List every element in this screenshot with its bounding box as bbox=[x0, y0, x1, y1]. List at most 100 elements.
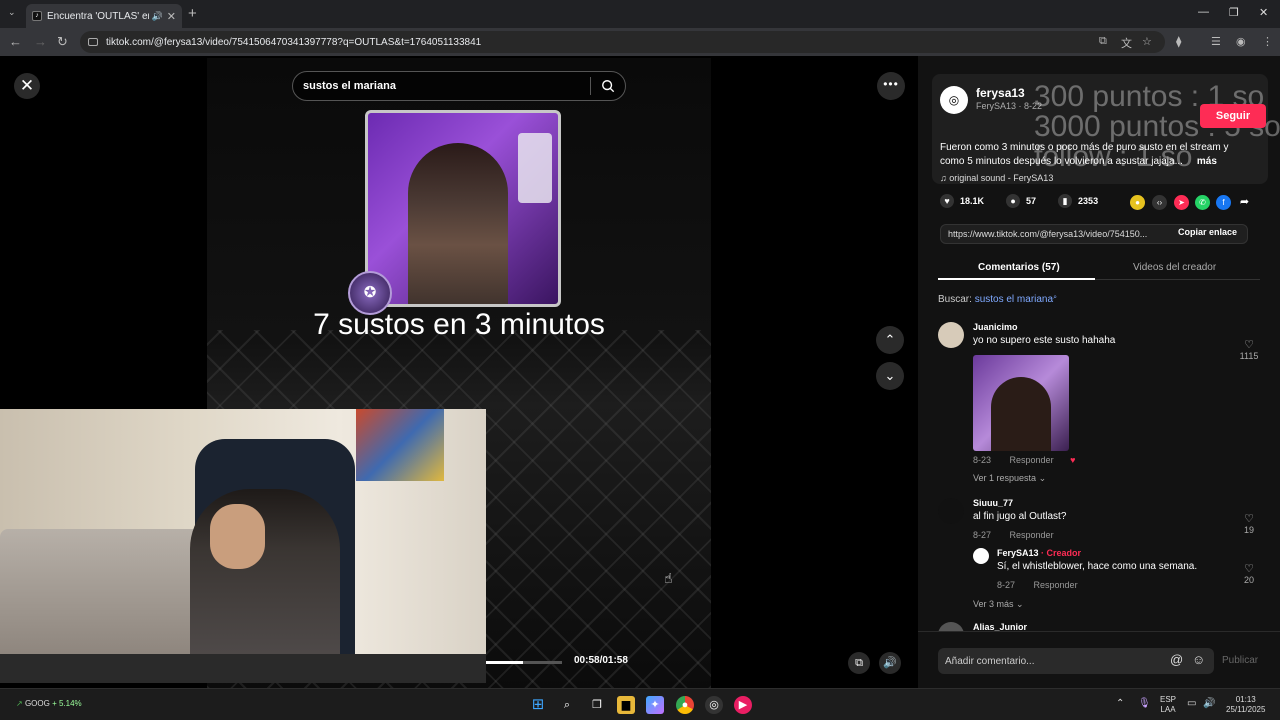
chrome-icon[interactable]: ● bbox=[676, 696, 694, 714]
likes-count: 18.1K bbox=[960, 196, 985, 206]
comment-username[interactable]: FerySA13 · Creador bbox=[997, 548, 1081, 558]
search-suggestion[interactable]: Buscar: sustos el mariana⌕ bbox=[938, 294, 1057, 305]
description-text: Fueron como 3 minutos o poco más de puro… bbox=[940, 142, 1229, 167]
more-link[interactable]: más bbox=[1197, 156, 1217, 167]
new-tab-button[interactable]: + bbox=[188, 5, 197, 22]
microphone-icon[interactable]: 🎙 bbox=[1138, 699, 1151, 709]
start-windows-icon[interactable]: ⊞ bbox=[529, 696, 547, 714]
share-arrow-icon[interactable]: ➦ bbox=[1237, 195, 1252, 210]
translate-icon[interactable]: 文 bbox=[1121, 35, 1132, 51]
music-link[interactable]: ♫ original sound - FerySA13 bbox=[940, 173, 1053, 183]
minimize-button[interactable]: — bbox=[1198, 6, 1209, 18]
comment-like[interactable]: ♡ 20 bbox=[1234, 562, 1264, 585]
comment-icon[interactable]: ● bbox=[1006, 194, 1021, 208]
comment-date: 8-27 bbox=[973, 530, 992, 540]
reply-button[interactable]: Responder bbox=[1034, 580, 1078, 590]
comment-avatar[interactable] bbox=[973, 548, 989, 564]
site-info-icon[interactable] bbox=[88, 38, 98, 46]
send-icon[interactable]: ➤ bbox=[1174, 195, 1189, 210]
comment-date: 8-23 bbox=[973, 455, 992, 465]
media-player-icon[interactable]: ▶ bbox=[734, 696, 752, 714]
creator-badge: · Creador bbox=[1041, 548, 1082, 558]
follow-button[interactable]: Seguir bbox=[1200, 104, 1266, 128]
close-video-button[interactable]: ✕ bbox=[14, 73, 40, 99]
language-indicator[interactable]: ESP LAA bbox=[1160, 695, 1176, 715]
extensions-icon[interactable]: ⧫ bbox=[1176, 35, 1181, 48]
window-close-button[interactable]: ✕ bbox=[1259, 6, 1268, 19]
comment-username[interactable]: Juanicimo bbox=[973, 322, 1018, 332]
comment-item: Alias_Junior bbox=[938, 622, 1264, 631]
comment-avatar[interactable] bbox=[938, 498, 964, 524]
browser-tab[interactable]: ♪ Encuentra 'OUTLAS' en Tik 🔊 ✕ bbox=[26, 4, 182, 28]
maximize-button[interactable]: ❐ bbox=[1229, 6, 1239, 19]
task-view-icon[interactable]: ❐ bbox=[588, 696, 606, 714]
tab-close-icon[interactable]: ✕ bbox=[167, 10, 176, 23]
video-progress-bar[interactable] bbox=[486, 661, 562, 664]
volume-button[interactable]: 🔊 bbox=[879, 652, 901, 674]
network-icon[interactable]: ▭ bbox=[1187, 699, 1196, 709]
view-replies-button[interactable]: Ver 1 respuesta ⌄ bbox=[973, 473, 1046, 484]
profile-icon[interactable]: ◉ bbox=[1236, 35, 1246, 48]
emoji-icon[interactable]: ☺ bbox=[1192, 652, 1205, 667]
embed-icon[interactable]: ‹› bbox=[1152, 195, 1167, 210]
more-options-button[interactable]: ••• bbox=[877, 72, 905, 100]
like-heart-icon[interactable]: ♡ bbox=[1234, 338, 1264, 351]
coin-icon[interactable]: ● bbox=[1130, 195, 1145, 210]
tab-comments[interactable]: Comentarios (57) bbox=[978, 262, 1060, 273]
comment-composer: Añadir comentario... @ ☺ Publicar bbox=[918, 631, 1280, 688]
next-video-button[interactable]: ⌄ bbox=[876, 362, 904, 390]
like-heart-icon[interactable]: ♡ bbox=[1234, 562, 1264, 575]
video-search-box[interactable]: sustos el mariana bbox=[292, 71, 626, 101]
reading-list-icon[interactable]: ☰ bbox=[1211, 35, 1221, 48]
speaker-icon[interactable]: 🔊 bbox=[1203, 699, 1215, 709]
comment-avatar[interactable] bbox=[938, 322, 964, 348]
publish-button[interactable]: Publicar bbox=[1222, 655, 1258, 666]
stock-widget[interactable]: ↗ GOOG + 5.14% bbox=[16, 699, 82, 708]
file-explorer-icon[interactable]: ▆ bbox=[617, 696, 635, 714]
search-icon[interactable] bbox=[601, 79, 615, 93]
author-avatar[interactable]: ◎ bbox=[940, 86, 968, 114]
clock-date: 25/11/2025 bbox=[1226, 705, 1266, 714]
tab-audio-icon[interactable]: 🔊 bbox=[152, 11, 163, 22]
search-suggestion-keyword[interactable]: sustos el mariana bbox=[975, 294, 1053, 305]
bookmark-star-icon[interactable]: ☆ bbox=[1142, 35, 1152, 48]
reply-button[interactable]: Responder bbox=[1010, 530, 1054, 540]
video-progress-fill bbox=[486, 661, 524, 664]
heart-icon[interactable]: ♥ bbox=[940, 194, 954, 208]
view-more-replies-button[interactable]: Ver 3 más ⌄ bbox=[973, 599, 1024, 610]
comment-username[interactable]: Siuuu_77 bbox=[973, 498, 1013, 508]
comment-item: Siuuu_77 al fin jugo al Outlast? 8-27 Re… bbox=[938, 498, 1264, 548]
music-note-icon: ♫ bbox=[940, 173, 950, 183]
tab-search-icon[interactable]: ⌄ bbox=[8, 7, 16, 18]
clock[interactable]: 01:13 25/11/2025 bbox=[1226, 695, 1265, 715]
tab-creator-videos[interactable]: Videos del creador bbox=[1133, 262, 1216, 273]
previous-video-button[interactable]: ⌃ bbox=[876, 326, 904, 354]
comment-input[interactable]: Añadir comentario... @ ☺ bbox=[938, 648, 1214, 674]
obs-icon[interactable]: ◎ bbox=[705, 696, 723, 714]
copilot-icon[interactable]: ✦ bbox=[646, 696, 664, 714]
mention-icon[interactable]: @ bbox=[1170, 652, 1183, 667]
install-app-icon[interactable]: ⧉ bbox=[1099, 35, 1107, 48]
comment-username[interactable]: Alias_Junior bbox=[973, 622, 1027, 631]
reply-button[interactable]: Responder bbox=[1010, 455, 1054, 465]
menu-kebab-icon[interactable]: ⋮ bbox=[1262, 35, 1273, 48]
bookmark-icon[interactable]: ▮ bbox=[1058, 194, 1073, 208]
like-heart-icon[interactable]: ♡ bbox=[1234, 512, 1264, 525]
comment-image[interactable] bbox=[973, 355, 1069, 451]
tray-chevron-icon[interactable]: ⌃ bbox=[1116, 699, 1124, 709]
back-button[interactable]: ← bbox=[9, 34, 22, 49]
floating-player-button[interactable]: ⧉ bbox=[848, 652, 870, 674]
author-name[interactable]: ferysa13 bbox=[976, 86, 1025, 100]
comment-avatar[interactable] bbox=[938, 622, 964, 631]
search-taskbar-icon[interactable]: ⌕ bbox=[558, 696, 576, 714]
reload-button[interactable]: ↻ bbox=[57, 34, 68, 50]
copy-link-button[interactable]: Copiar enlace bbox=[1178, 227, 1237, 237]
address-bar[interactable]: tiktok.com/@ferysa13/video/7541506470341… bbox=[80, 31, 1165, 53]
facebook-icon[interactable]: f bbox=[1216, 195, 1231, 210]
forward-button[interactable]: → bbox=[34, 34, 47, 49]
comment-like[interactable]: ♡ 1115 bbox=[1234, 338, 1264, 361]
whatsapp-icon[interactable]: ✆ bbox=[1195, 195, 1210, 210]
comment-like[interactable]: ♡ 19 bbox=[1234, 512, 1264, 535]
reply-username[interactable]: FerySA13 bbox=[997, 548, 1039, 558]
comment-text: Sí, el whistleblower, hace como una sema… bbox=[997, 561, 1198, 572]
